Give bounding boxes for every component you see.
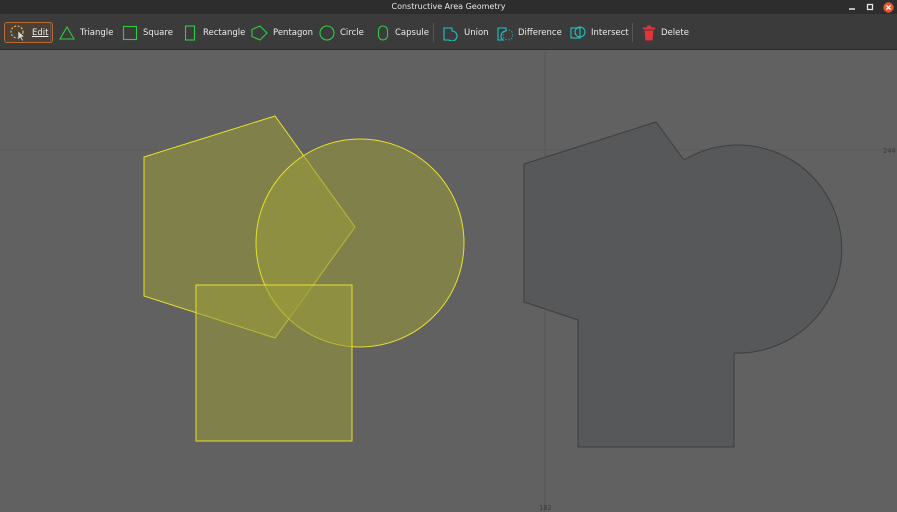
- intersect-button[interactable]: Intersect: [570, 22, 629, 43]
- window-title: Constructive Area Geometry: [391, 2, 506, 11]
- union-icon: [443, 26, 458, 41]
- pentagon-icon: [251, 24, 268, 41]
- result-shape[interactable]: [523, 121, 843, 448]
- difference-button[interactable]: Difference: [497, 22, 562, 43]
- triangle-button[interactable]: Triangle: [59, 22, 113, 43]
- axis-y-label: 244: [883, 147, 896, 155]
- square-shape[interactable]: [195, 284, 353, 442]
- difference-label: Difference: [518, 27, 562, 38]
- union-label: Union: [464, 27, 489, 38]
- triangle-icon: [59, 25, 75, 40]
- pentagon-label: Pentagon: [273, 27, 313, 38]
- capsule-icon: [377, 24, 389, 41]
- close-icon[interactable]: [882, 1, 894, 13]
- selected-shapes[interactable]: [143, 115, 465, 442]
- delete-label: Delete: [661, 27, 689, 38]
- minimize-icon[interactable]: [846, 1, 858, 13]
- pentagon-button[interactable]: Pentagon: [251, 22, 313, 43]
- trash-icon: [643, 25, 655, 40]
- toolbar: Edit Triangle Square Rectangle Pentagon …: [0, 14, 897, 50]
- union-button[interactable]: Union: [443, 22, 489, 43]
- edit-cursor-icon: [10, 24, 26, 41]
- edit-button[interactable]: Edit: [4, 22, 54, 43]
- toolbar-separator: [50, 23, 51, 42]
- title-bar: Constructive Area Geometry: [0, 0, 897, 14]
- difference-icon: [497, 26, 513, 41]
- circle-icon: [319, 24, 335, 41]
- square-button[interactable]: Square: [122, 22, 173, 43]
- triangle-label: Triangle: [80, 27, 114, 38]
- intersect-icon: [570, 25, 586, 39]
- delete-button[interactable]: Delete: [642, 22, 689, 43]
- axis-x-label: 182: [539, 504, 552, 512]
- toolbar-separator: [632, 23, 633, 42]
- drawing-canvas[interactable]: 244 182: [0, 51, 897, 512]
- intersect-label: Intersect: [591, 27, 629, 38]
- edit-label: Edit: [32, 27, 49, 38]
- rectangle-label: Rectangle: [203, 27, 246, 38]
- circle-label: Circle: [340, 27, 364, 38]
- square-label: Square: [143, 27, 173, 38]
- capsule-label: Capsule: [395, 27, 429, 38]
- circle-button[interactable]: Circle: [319, 22, 364, 43]
- toolbar-separator: [433, 23, 434, 42]
- rectangle-button[interactable]: Rectangle: [182, 22, 245, 43]
- capsule-button[interactable]: Capsule: [376, 22, 429, 43]
- square-icon: [122, 25, 138, 40]
- maximize-icon[interactable]: [864, 1, 876, 13]
- rectangle-icon: [184, 24, 196, 41]
- canvas-svg[interactable]: [0, 51, 897, 512]
